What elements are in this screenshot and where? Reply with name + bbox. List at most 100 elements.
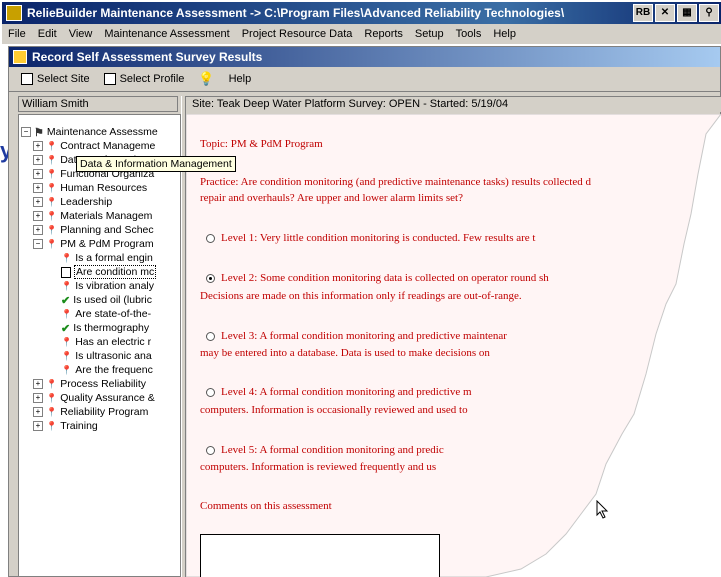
pin-icon: 📍 <box>46 140 58 151</box>
expand-toggle-icon[interactable]: + <box>33 421 43 431</box>
app-title-bar: RelieBuilder Maintenance Assessment -> C… <box>2 2 721 24</box>
tree-category[interactable]: + 📍 Contract Manageme <box>33 139 155 153</box>
menu-item-reports[interactable]: Reports <box>358 28 409 40</box>
folder-icon: ⚑ <box>34 126 44 139</box>
tree-category[interactable]: + 📍 Reliability Program <box>33 405 148 419</box>
assessment-tree: − ⚑ Maintenance Assessme + 📍 Contract Managem… <box>18 114 181 577</box>
app-icon <box>6 5 22 21</box>
tree-category[interactable]: − 📍 PM & PdM Program <box>33 237 154 251</box>
tree-category[interactable]: + 📍 Human Resources <box>33 181 147 195</box>
tree-category[interactable]: + 📍 Materials Managem <box>33 209 152 223</box>
level-4-radio[interactable] <box>206 387 215 397</box>
survey-topic: Topic: PM & PdM Program <box>200 138 323 150</box>
toolbar-icon-search[interactable]: ⚲ <box>699 4 719 22</box>
level-2-radio[interactable] <box>206 273 215 283</box>
menu-item-tools[interactable]: Tools <box>450 28 488 40</box>
menu-item-view[interactable]: View <box>63 28 99 40</box>
level-5-radio[interactable] <box>206 445 215 455</box>
select-site-button[interactable]: Select Site <box>17 71 94 87</box>
tree-node-label: Is vibration analy <box>75 280 155 292</box>
user-name-field: William Smith <box>18 96 178 112</box>
level-1-radio[interactable] <box>206 233 215 243</box>
toolbar-icon-rb[interactable]: RB <box>633 4 653 22</box>
tree-node-label: Is thermography <box>73 322 150 334</box>
pin-icon: 📍 <box>46 420 58 431</box>
level-3-radio[interactable] <box>206 331 215 341</box>
help-button[interactable]: 💡 Help <box>194 69 255 89</box>
tree-node-label: Process Reliability <box>60 378 146 390</box>
tree-question[interactable]: 📍 Are the frequenc <box>61 363 153 377</box>
document-icon <box>103 73 116 85</box>
menu-item-file[interactable]: File <box>2 28 32 40</box>
level-4-line2: computers. Information is occasionally r… <box>200 404 468 416</box>
survey-window-title-bar: Record Self Assessment Survey Results <box>9 47 720 67</box>
comments-label: Comments on this assessment <box>200 500 332 512</box>
tree-node-label: Materials Managem <box>60 210 153 222</box>
check-icon: ✔ <box>61 294 71 307</box>
window-icon <box>13 50 27 64</box>
tree-node-label: Is used oil (lubric <box>73 294 152 306</box>
tree-node-label: Has an electric r <box>75 336 152 348</box>
expand-toggle-icon[interactable]: + <box>33 183 43 193</box>
expand-toggle-icon[interactable]: + <box>33 169 43 179</box>
level-2-option[interactable]: Level 2: Some condition monitoring data … <box>206 272 549 284</box>
toolbar-icon-chart[interactable]: ✕ <box>655 4 675 22</box>
tree-question[interactable]: ✔ Is used oil (lubric <box>61 293 152 307</box>
tree-node-label: Leadership <box>60 196 113 208</box>
tree-question[interactable]: 📍 Has an electric r <box>61 335 151 349</box>
tree-tooltip: Data & Information Management <box>76 156 236 172</box>
expand-toggle-icon[interactable]: + <box>33 141 43 151</box>
comments-textarea[interactable] <box>200 534 440 577</box>
tree-question[interactable]: 📍 Is vibration analy <box>61 279 154 293</box>
tree-category[interactable]: + 📍 Quality Assurance & <box>33 391 155 405</box>
document-icon <box>21 73 33 85</box>
expand-toggle-icon[interactable]: + <box>33 379 43 389</box>
tree-question[interactable]: Are condition mc <box>61 265 157 279</box>
select-profile-button[interactable]: Select Profile <box>100 71 189 87</box>
menu-item-edit[interactable]: Edit <box>32 28 63 40</box>
tree-category[interactable]: + 📍 Planning and Schec <box>33 223 154 237</box>
tree-question[interactable]: 📍 Is a formal engin <box>61 251 153 265</box>
toolbar-icon-grid[interactable]: ▦ <box>677 4 697 22</box>
expand-toggle-icon[interactable]: + <box>33 211 43 221</box>
expand-toggle-icon[interactable]: − <box>33 239 43 249</box>
expand-toggle-icon[interactable]: + <box>33 407 43 417</box>
tree-node-label: PM & PdM Program <box>60 238 154 250</box>
tree-question[interactable]: 📍 Is ultrasonic ana <box>61 349 152 363</box>
expand-toggle-icon[interactable]: + <box>33 197 43 207</box>
expand-toggle-icon[interactable]: − <box>21 127 31 137</box>
tree-node-label: Human Resources <box>60 182 148 194</box>
tree-question[interactable]: ✔ Is thermography <box>61 321 149 335</box>
pin-icon: 📍 <box>46 196 58 207</box>
menu-item-maintenance-assessment[interactable]: Maintenance Assessment <box>98 28 235 40</box>
level-5-option[interactable]: Level 5: A formal condition monitoring a… <box>206 444 444 456</box>
expand-toggle-icon[interactable]: + <box>33 225 43 235</box>
tree-question[interactable]: 📍 Are state-of-the- <box>61 307 151 321</box>
tree-node-label: Is a formal engin <box>75 252 153 264</box>
pin-icon: 📍 <box>46 238 58 249</box>
pin-icon: 📍 <box>46 154 58 165</box>
pin-icon: 📍 <box>46 210 58 221</box>
tree-node-label: Training <box>60 420 98 432</box>
tree-node-label: Planning and Schec <box>60 224 154 236</box>
tree-root[interactable]: − ⚑ Maintenance Assessme <box>21 125 158 139</box>
tree-node-label: Are condition mc <box>74 265 157 279</box>
level-3-line2: may be entered into a database. Data is … <box>200 347 490 359</box>
expand-toggle-icon[interactable]: + <box>33 393 43 403</box>
tree-category[interactable]: + 📍 Leadership <box>33 195 112 209</box>
pin-icon: 📍 <box>61 280 73 291</box>
document-icon <box>61 266 71 278</box>
survey-content-pane: Topic: PM & PdM Program Practice: Are co… <box>186 114 721 577</box>
level-3-option[interactable]: Level 3: A formal condition monitoring a… <box>206 330 507 342</box>
tree-category[interactable]: + 📍 Process Reliability <box>33 377 146 391</box>
menu-item-project-resource-data[interactable]: Project Resource Data <box>236 28 359 40</box>
level-4-option[interactable]: Level 4: A formal condition monitoring a… <box>206 386 472 398</box>
site-survey-status: Site: Teak Deep Water Platform Survey: O… <box>186 96 721 112</box>
menu-bar: File Edit View Maintenance Assessment Projec… <box>2 24 721 44</box>
menu-item-help[interactable]: Help <box>487 28 522 40</box>
menu-item-setup[interactable]: Setup <box>409 28 450 40</box>
level-1-option[interactable]: Level 1: Very little condition monitorin… <box>206 232 535 244</box>
pin-icon: 📍 <box>61 350 73 361</box>
tree-category[interactable]: + 📍 Training <box>33 419 98 433</box>
expand-toggle-icon[interactable]: + <box>33 155 43 165</box>
